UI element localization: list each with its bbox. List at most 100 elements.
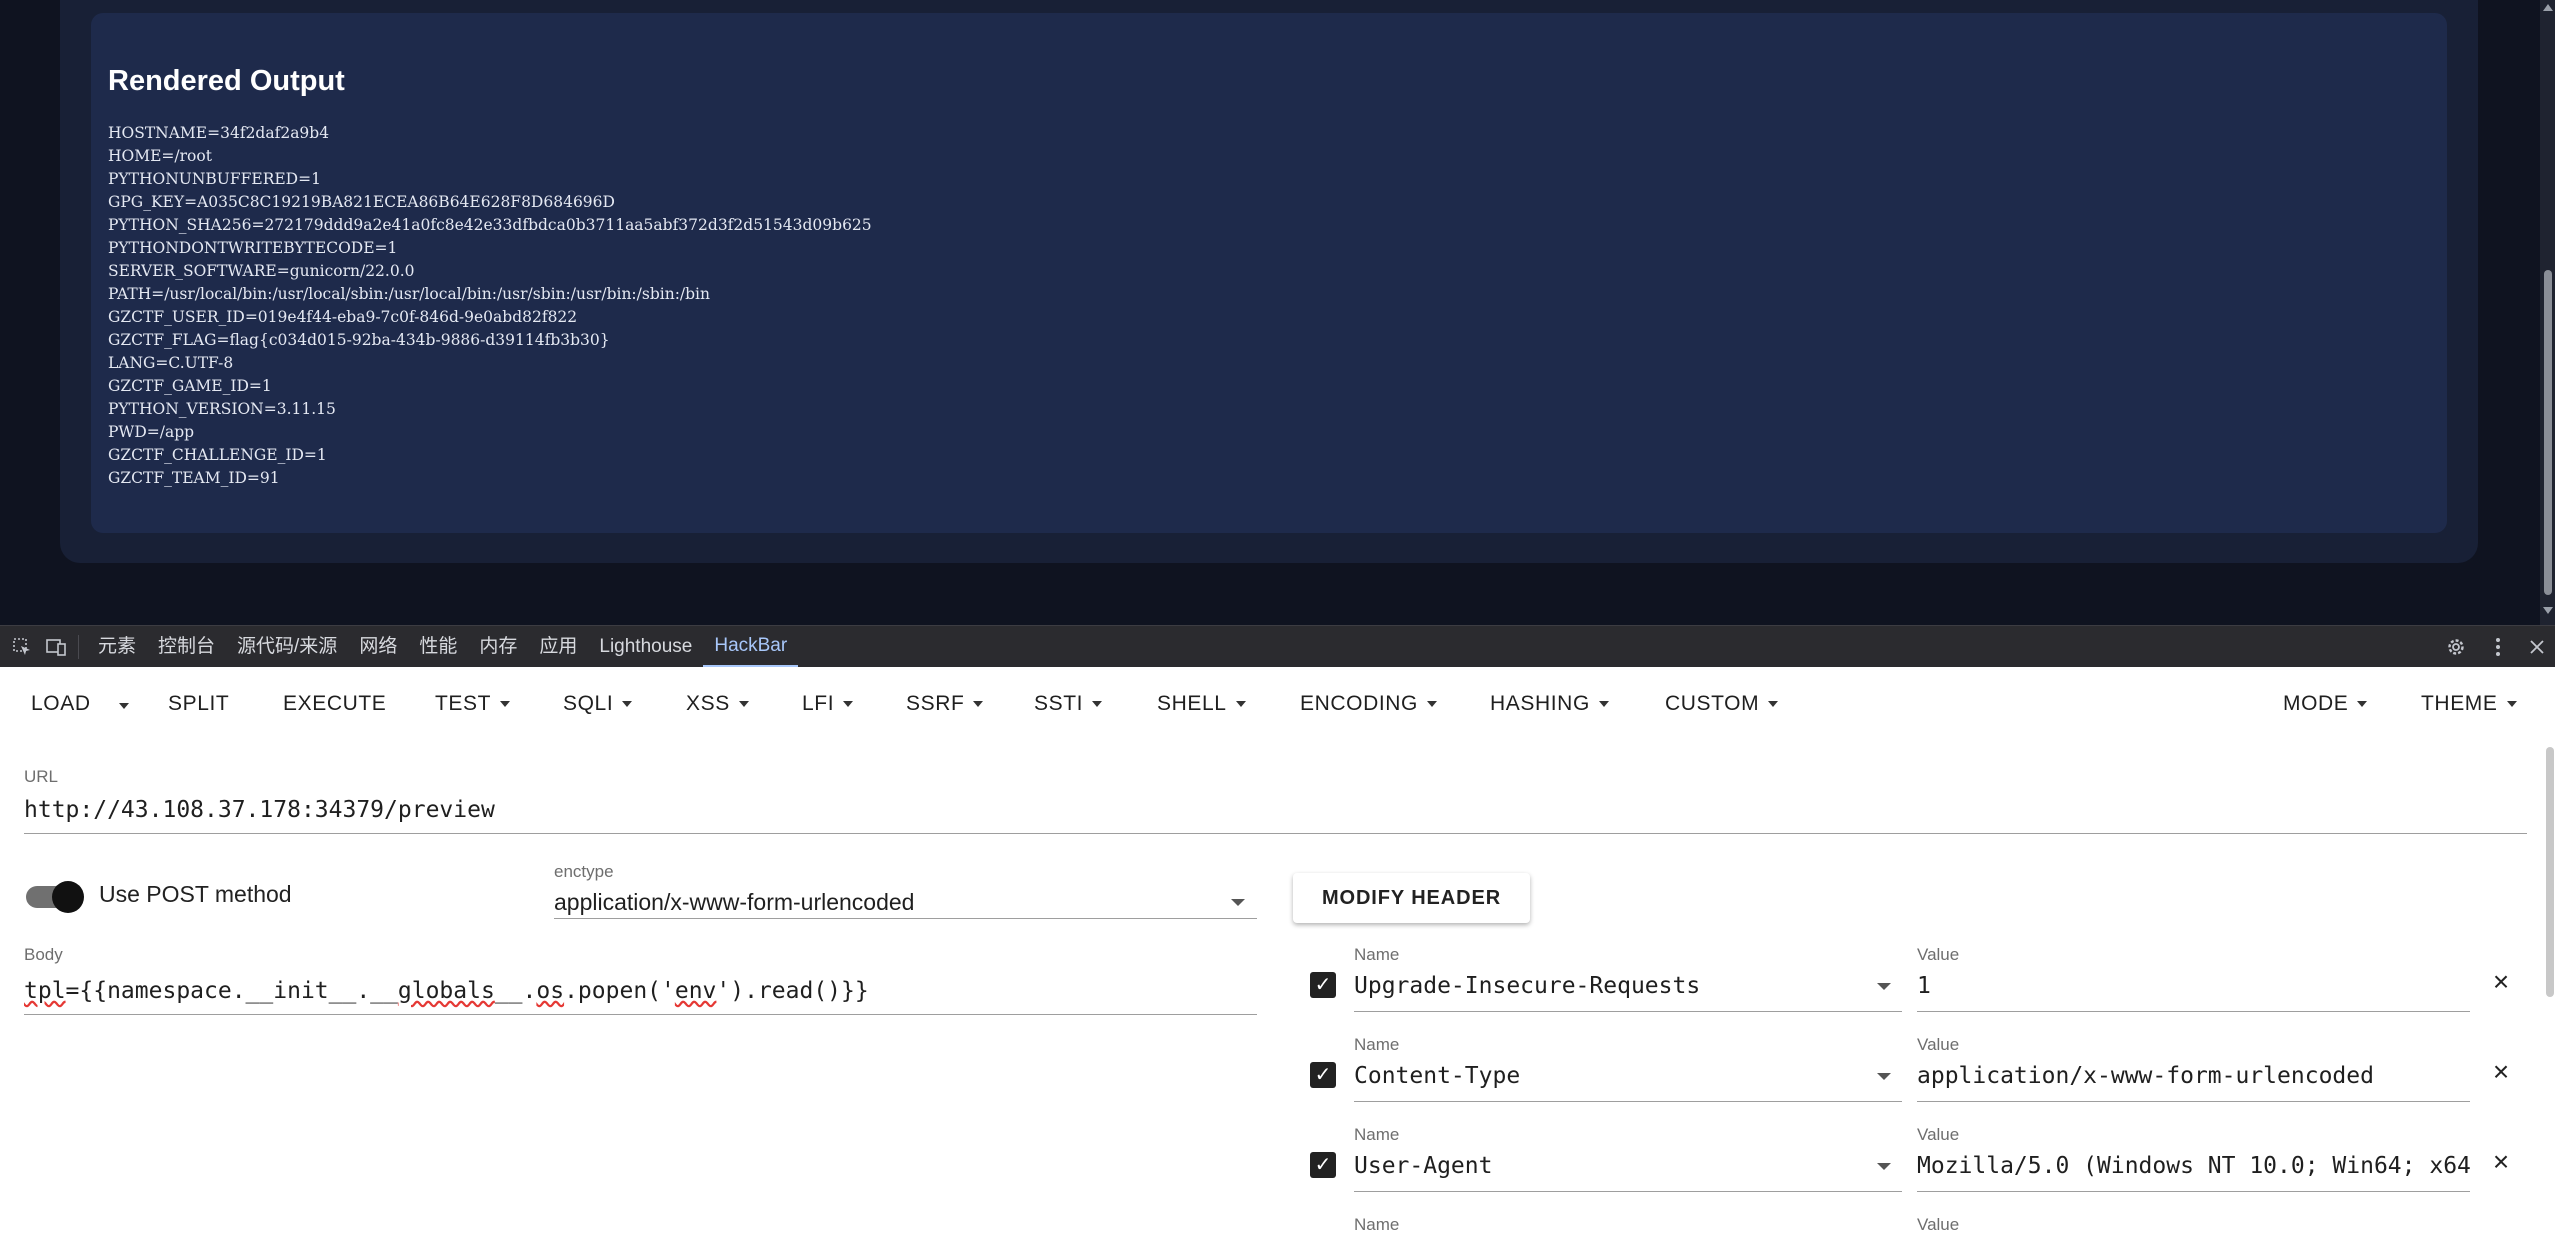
tab-memory[interactable]: 内存 bbox=[468, 626, 528, 668]
ssti-label: SSTI bbox=[1034, 692, 1084, 715]
custom-menu-button[interactable]: CUSTOM bbox=[1665, 689, 1779, 719]
encoding-label: ENCODING bbox=[1300, 692, 1418, 715]
ssti-menu-button[interactable]: SSTI bbox=[1034, 689, 1103, 719]
remove-header-close-icon[interactable]: × bbox=[2486, 1057, 2516, 1087]
body-segment: os bbox=[536, 978, 565, 1004]
page-scrollbar-thumb[interactable] bbox=[2544, 270, 2552, 595]
enctype-underline bbox=[554, 918, 1257, 919]
custom-label: CUSTOM bbox=[1665, 692, 1760, 715]
output-line: LANG=C.UTF-8 bbox=[108, 354, 234, 372]
output-line: PYTHONDONTWRITEBYTECODE=1 bbox=[108, 239, 398, 257]
header-value-input[interactable]: application/x-www-form-urlencoded bbox=[1917, 1063, 2470, 1089]
toggle-knob bbox=[52, 881, 84, 913]
header-name-input[interactable]: User-Agent bbox=[1354, 1153, 1492, 1179]
url-input-underline bbox=[24, 833, 2527, 834]
lfi-label: LFI bbox=[802, 692, 835, 715]
sqli-menu-button[interactable]: SQLI bbox=[563, 689, 633, 719]
devtools-tab-bar: 元素 控制台 源代码/来源 网络 性能 内存 应用 Lighthouse Hac… bbox=[0, 625, 2555, 668]
post-method-toggle[interactable] bbox=[26, 881, 84, 913]
hackbar-scrollbar-thumb[interactable] bbox=[2546, 747, 2554, 997]
tab-hackbar[interactable]: HackBar bbox=[703, 626, 799, 668]
settings-gear-icon[interactable] bbox=[2435, 626, 2477, 668]
load-label: LOAD bbox=[31, 692, 91, 715]
header-value-input[interactable]: 1 bbox=[1917, 973, 2470, 999]
chevron-down-icon bbox=[2357, 701, 2368, 708]
scroll-up-arrow-icon[interactable] bbox=[2543, 4, 2553, 11]
theme-label: THEME bbox=[2421, 692, 2498, 715]
body-segment: __. bbox=[494, 978, 537, 1004]
header-value-underline bbox=[1917, 1191, 2470, 1192]
output-line: GZCTF_GAME_ID=1 bbox=[108, 377, 272, 395]
header-value-label: Value bbox=[1917, 1035, 1960, 1054]
url-label: URL bbox=[24, 767, 59, 786]
enctype-select[interactable]: application/x-www-form-urlencoded bbox=[554, 889, 914, 916]
header-value-label: Value bbox=[1917, 1215, 1960, 1234]
chevron-down-icon[interactable] bbox=[1231, 899, 1245, 906]
tab-console[interactable]: 控制台 bbox=[147, 626, 226, 668]
chevron-down-icon[interactable] bbox=[1877, 983, 1891, 990]
output-line: PYTHON_SHA256=272179ddd9a2e41a0fc8e42e33… bbox=[108, 216, 872, 234]
hackbar-panel: LOAD SPLIT EXECUTE TEST SQLI XSS LFI SSR… bbox=[0, 667, 2555, 1241]
toolbar-divider bbox=[78, 634, 79, 659]
header-enabled-checkbox[interactable]: ✓ bbox=[1310, 1062, 1336, 1088]
header-row: Name Value bbox=[1295, 1209, 2540, 1241]
hashing-menu-button[interactable]: HASHING bbox=[1490, 689, 1609, 719]
output-line: PWD=/app bbox=[108, 423, 195, 441]
chevron-down-icon bbox=[738, 701, 749, 708]
remove-header-close-icon[interactable]: × bbox=[2486, 1147, 2516, 1177]
header-name-input[interactable]: Upgrade-Insecure-Requests bbox=[1354, 973, 1700, 999]
header-value-label: Value bbox=[1917, 945, 1960, 964]
header-value-label: Value bbox=[1917, 1125, 1960, 1144]
output-line: SERVER_SOFTWARE=gunicorn/22.0.0 bbox=[108, 262, 415, 280]
body-input[interactable]: tpl={{namespace.__init__.__globals__.os.… bbox=[24, 978, 869, 1004]
load-dropdown-button[interactable] bbox=[119, 691, 129, 721]
load-button[interactable]: LOAD bbox=[31, 689, 91, 719]
scroll-down-arrow-icon[interactable] bbox=[2543, 607, 2553, 614]
chevron-down-icon bbox=[1598, 701, 1609, 708]
header-name-underline bbox=[1354, 1011, 1902, 1012]
enctype-label: enctype bbox=[554, 862, 614, 881]
tab-application[interactable]: 应用 bbox=[528, 626, 588, 668]
tab-performance[interactable]: 性能 bbox=[408, 626, 468, 668]
mode-menu-button[interactable]: MODE bbox=[2283, 689, 2368, 719]
tab-elements[interactable]: 元素 bbox=[87, 626, 147, 668]
sqli-label: SQLI bbox=[563, 692, 614, 715]
theme-menu-button[interactable]: THEME bbox=[2421, 689, 2517, 719]
output-line: GZCTF_TEAM_ID=91 bbox=[108, 469, 280, 487]
chevron-down-icon bbox=[1092, 701, 1103, 708]
chevron-down-icon[interactable] bbox=[1877, 1073, 1891, 1080]
tab-network[interactable]: 网络 bbox=[348, 626, 408, 668]
url-input[interactable]: http://43.108.37.178:34379/preview bbox=[24, 797, 495, 823]
modify-header-button[interactable]: MODIFY HEADER bbox=[1293, 873, 1530, 923]
mode-label: MODE bbox=[2283, 692, 2349, 715]
xss-menu-button[interactable]: XSS bbox=[686, 689, 749, 719]
rendered-output-title: Rendered Output bbox=[108, 65, 345, 97]
more-vertical-icon[interactable] bbox=[2477, 626, 2519, 668]
encoding-menu-button[interactable]: ENCODING bbox=[1300, 689, 1437, 719]
tab-lighthouse[interactable]: Lighthouse bbox=[588, 626, 703, 668]
header-name-input[interactable]: Content-Type bbox=[1354, 1063, 1520, 1089]
hackbar-toolbar: LOAD SPLIT EXECUTE TEST SQLI XSS LFI SSR… bbox=[0, 667, 2555, 739]
shell-menu-button[interactable]: SHELL bbox=[1157, 689, 1246, 719]
body-segment: env bbox=[674, 978, 717, 1004]
tab-sources[interactable]: 源代码/来源 bbox=[226, 626, 348, 668]
execute-button[interactable]: EXECUTE bbox=[283, 689, 386, 719]
split-button[interactable]: SPLIT bbox=[168, 689, 229, 719]
header-enabled-checkbox[interactable]: ✓ bbox=[1310, 972, 1336, 998]
remove-header-close-icon[interactable]: × bbox=[2486, 967, 2516, 997]
ssrf-menu-button[interactable]: SSRF bbox=[906, 689, 984, 719]
test-menu-button[interactable]: TEST bbox=[435, 689, 511, 719]
header-row: ✓ Name Value Content-Type application/x-… bbox=[1295, 1029, 2540, 1109]
body-segment: ={{namespace.__init__.__ bbox=[65, 978, 398, 1004]
output-line: GZCTF_USER_ID=019e4f44-eba9-7c0f-846d-9e… bbox=[108, 308, 578, 326]
output-line: PYTHONUNBUFFERED=1 bbox=[108, 170, 321, 188]
chevron-down-icon[interactable] bbox=[1877, 1163, 1891, 1170]
page-scrollbar[interactable] bbox=[2540, 0, 2555, 625]
header-value-input[interactable]: Mozilla/5.0 (Windows NT 10.0; Win64; x64… bbox=[1917, 1153, 2470, 1179]
inspect-element-icon[interactable] bbox=[8, 626, 36, 668]
close-icon[interactable] bbox=[2519, 626, 2555, 668]
header-enabled-checkbox[interactable]: ✓ bbox=[1310, 1152, 1336, 1178]
lfi-menu-button[interactable]: LFI bbox=[802, 689, 854, 719]
body-label: Body bbox=[24, 945, 63, 964]
device-toolbar-icon[interactable] bbox=[42, 626, 70, 668]
